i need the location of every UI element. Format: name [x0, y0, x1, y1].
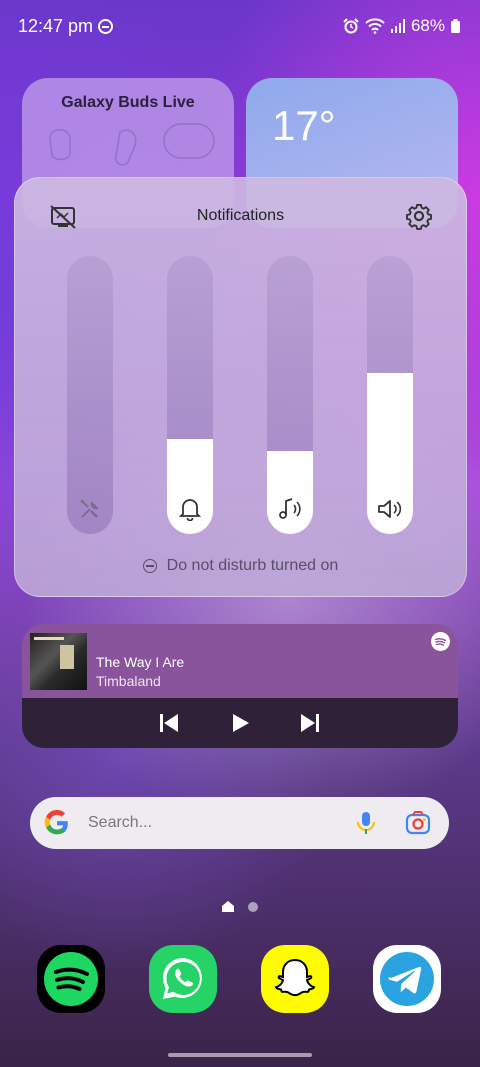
- microphone-icon[interactable]: [355, 810, 377, 841]
- track-artist: Timbaland: [96, 673, 161, 689]
- status-time: 12:47 pm: [18, 16, 94, 36]
- google-search-bar[interactable]: Search...: [30, 797, 449, 849]
- battery-percent: 68%: [410, 16, 445, 35]
- dnd-status: Do not disturb turned on: [15, 557, 466, 575]
- search-placeholder: Search...: [88, 814, 153, 831]
- volume-panel: Notifications Do not disturb turned on: [14, 177, 467, 597]
- alarm-icon: [343, 18, 359, 34]
- signal-icon: [390, 19, 405, 33]
- gear-icon[interactable]: [405, 202, 433, 235]
- volume-panel-title: Notifications: [196, 207, 285, 224]
- media-controls: [22, 698, 458, 748]
- previous-track-icon[interactable]: [156, 710, 182, 736]
- next-track-icon[interactable]: [297, 710, 323, 736]
- whatsapp-app-icon[interactable]: [149, 945, 217, 1013]
- track-title: The Way I Are: [96, 654, 185, 670]
- dnd-status-text: Do not disturb turned on: [166, 557, 339, 574]
- page-dot: [248, 901, 258, 912]
- dnd-status-icon: [142, 559, 157, 573]
- ringtone-volume-slider[interactable]: [367, 256, 413, 534]
- buds-widget-title: Galaxy Buds Live: [61, 94, 195, 111]
- dnd-icon: [98, 19, 113, 34]
- weather-temperature: 17°: [272, 102, 336, 149]
- battery-icon: [451, 19, 460, 33]
- home-page-icon: [222, 901, 234, 912]
- google-lens-icon[interactable]: [405, 811, 431, 840]
- notification-volume-slider[interactable]: [167, 256, 213, 534]
- album-art[interactable]: [30, 633, 87, 690]
- tools-icon: [67, 494, 113, 524]
- page-indicator: [222, 901, 258, 912]
- spotify-app-icon[interactable]: [37, 945, 105, 1013]
- buds-icons: [49, 123, 215, 166]
- media-volume-slider[interactable]: [267, 256, 313, 534]
- media-player-widget[interactable]: The Way I Are Timbaland: [22, 624, 458, 748]
- wifi-icon: [365, 18, 385, 34]
- volume-panel-header: Notifications: [15, 178, 466, 258]
- play-icon[interactable]: [227, 710, 253, 736]
- bell-icon: [167, 494, 213, 524]
- status-bar: 12:47 pm 68%: [0, 0, 480, 54]
- telegram-app-icon[interactable]: [373, 945, 441, 1013]
- snapchat-app-icon[interactable]: [261, 945, 329, 1013]
- google-logo-icon: [44, 810, 70, 841]
- system-volume-slider[interactable]: [67, 256, 113, 534]
- speaker-icon: [367, 494, 413, 524]
- music-note-icon: [267, 494, 313, 524]
- media-player-info: The Way I Are Timbaland: [22, 624, 458, 698]
- navigation-handle[interactable]: [168, 1053, 312, 1057]
- spotify-icon[interactable]: [431, 632, 450, 651]
- status-icons: 68%: [343, 16, 460, 36]
